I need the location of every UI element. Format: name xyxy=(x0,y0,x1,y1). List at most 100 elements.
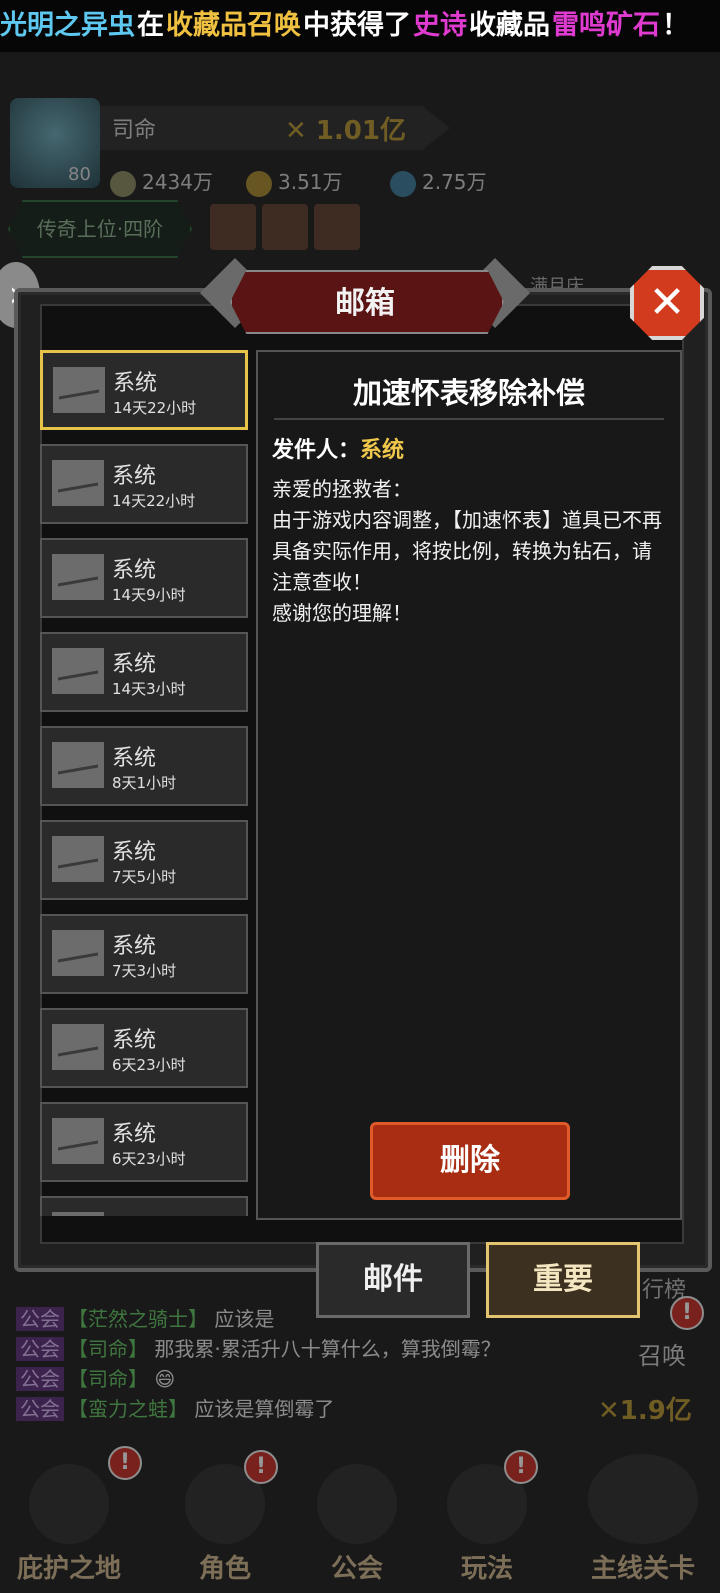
chat-sender: 【司命】 xyxy=(68,1367,148,1391)
guild-icon xyxy=(317,1464,397,1544)
buff-icon xyxy=(314,204,360,250)
envelope-icon xyxy=(52,460,104,506)
mail-list-item[interactable]: 系统 14天3小时 xyxy=(40,632,248,712)
coin-icon xyxy=(246,170,272,197)
envelope-icon xyxy=(52,1024,104,1070)
mail-item-sender: 系统 xyxy=(112,1122,157,1147)
mail-list-item[interactable]: 系统 8天1小时 xyxy=(40,726,248,806)
alert-badge: ! xyxy=(504,1450,538,1484)
buff-icon xyxy=(262,204,308,250)
mail-item-sender: 系统 xyxy=(112,1028,157,1053)
buff-icons xyxy=(210,204,366,254)
broadcast-segment: 收藏品 xyxy=(469,10,550,41)
mail-list-item[interactable]: 系统6天19小时 xyxy=(40,1196,248,1216)
chat-channel-tag: 公会 xyxy=(16,1367,64,1391)
player-power-value: 1.01亿 xyxy=(315,116,406,146)
broadcast-segment: 史诗 xyxy=(413,10,467,41)
player-name: 司命 xyxy=(112,118,157,143)
mail-item-time: 8天1小时 xyxy=(112,774,177,792)
stage-icon xyxy=(588,1454,698,1544)
mail-list-item[interactable]: 系统 7天5小时 xyxy=(40,820,248,900)
broadcast-segment: 中获得了 xyxy=(303,10,411,41)
mail-item-sender: 系统 xyxy=(112,652,157,677)
chat-message: 应该是算倒霉了 xyxy=(194,1397,335,1421)
mail-item-sender: 系统 xyxy=(112,558,157,583)
tab-mail[interactable]: 邮件 xyxy=(316,1242,470,1318)
broadcast-segment: 雷鸣矿石 xyxy=(552,10,660,41)
mail-item-time: 14天22小时 xyxy=(113,399,197,417)
player-power: ✕ 1.01亿 xyxy=(285,116,406,146)
resource-gold: 2434万 xyxy=(110,166,213,197)
mail-item-time: 7天3小时 xyxy=(112,962,177,980)
tab-important[interactable]: 重要 xyxy=(486,1242,640,1318)
alert-badge: ! xyxy=(108,1446,142,1480)
nav-guild[interactable]: 公会 xyxy=(312,1464,402,1585)
gold-icon xyxy=(110,170,136,197)
castle-icon xyxy=(29,1464,109,1544)
envelope-icon xyxy=(52,1212,104,1216)
envelope-icon xyxy=(52,648,104,694)
mail-list-item[interactable]: 系统 6天23小时 xyxy=(40,1102,248,1182)
mail-detail: 加速怀表移除补偿 发件人：系统 亲爱的拯救者： 由于游戏内容调整，【加速怀表】道… xyxy=(256,350,682,1220)
chat-line: 公会 【司命】 😄 xyxy=(16,1364,536,1394)
broadcast-segment: 在 xyxy=(137,10,164,41)
chat-channel-tag: 公会 xyxy=(16,1307,64,1331)
chat-sender: 【蛮力之蛙】 xyxy=(68,1397,188,1421)
resource-coin: 3.51万 xyxy=(246,166,343,197)
alert-badge: ! xyxy=(670,1296,704,1330)
broadcast-segment: 光明之异虫 xyxy=(0,10,135,41)
mail-item-time: 6天23小时 xyxy=(112,1150,186,1168)
chat-channel-tag: 公会 xyxy=(16,1337,64,1361)
sender-name: 系统 xyxy=(360,438,405,463)
nav-main-stage[interactable]: 主线关卡 xyxy=(578,1454,708,1585)
summon-label: 召唤 xyxy=(638,1342,686,1370)
mail-item-sender: 系统 xyxy=(112,1210,156,1216)
chat-panel[interactable]: 公会 【茫然之骑士】 应该是 公会 【司命】 那我累·累活升八十算什么，算我倒霉？ 公会… xyxy=(16,1304,536,1424)
chat-channel-tag: 公会 xyxy=(16,1397,64,1421)
chat-sender: 【茫然之骑士】 xyxy=(68,1307,208,1331)
mail-item-time: 7天5小时 xyxy=(112,868,177,886)
nav-sanctuary[interactable]: 庇护之地 xyxy=(14,1464,124,1585)
bottom-nav: 庇护之地 ! 角色 ! 公会 玩法 ! 主线关卡 xyxy=(0,1430,720,1593)
chat-line: 公会 【司命】 那我累·累活升八十算什么，算我倒霉？ xyxy=(16,1334,536,1364)
enemy-power: ✕1.9亿 xyxy=(598,1396,692,1426)
mail-subject: 加速怀表移除补偿 xyxy=(352,376,585,410)
buff-icon xyxy=(210,204,256,250)
rank-badge[interactable]: 传奇上位·四阶 xyxy=(8,200,192,258)
chat-sender: 【司命】 xyxy=(68,1337,148,1361)
chat-message: 😄 xyxy=(154,1367,176,1391)
chat-line: 公会 【蛮力之蛙】 应该是算倒霉了 xyxy=(16,1394,536,1424)
mail-list-item[interactable]: 系统 14天22小时 xyxy=(40,444,248,524)
mail-item-time: 14天9小时 xyxy=(112,586,186,604)
envelope-icon xyxy=(52,554,104,600)
mail-list-item[interactable]: 系统 14天9小时 xyxy=(40,538,248,618)
alert-badge: ! xyxy=(244,1450,278,1484)
close-icon: ✕ xyxy=(648,277,686,328)
resource-diamond: 2.75万 xyxy=(390,166,487,197)
divider xyxy=(274,418,664,420)
mail-item-time: 6天23小时 xyxy=(112,1056,186,1074)
mailbox-title: 邮箱 xyxy=(335,286,395,321)
enemy-power-value: 1.9亿 xyxy=(619,1396,692,1426)
mail-item-sender: 系统 xyxy=(112,934,157,959)
chat-message: 应该是 xyxy=(214,1307,275,1331)
envelope-icon xyxy=(52,930,104,976)
mail-item-sender: 系统 xyxy=(112,840,157,865)
mail-list[interactable]: 系统 14天22小时 系统 14天22小时 系统 14天9小时 系统 14天3小时 系统 8天1小… xyxy=(40,350,250,1216)
mail-item-time: 14天22小时 xyxy=(112,492,196,510)
envelope-icon xyxy=(52,1118,104,1164)
broadcast-segment: ！ xyxy=(662,10,689,41)
sender-label: 发件人： xyxy=(272,438,361,463)
envelope-icon xyxy=(52,836,104,882)
player-level: 80 xyxy=(68,164,91,185)
mail-list-item[interactable]: 系统 14天22小时 xyxy=(40,350,248,430)
mail-list-item[interactable]: 系统 6天23小时 xyxy=(40,1008,248,1088)
envelope-icon xyxy=(53,367,105,413)
delete-button[interactable]: 删除 xyxy=(370,1122,570,1200)
chat-message: 那我累·累活升八十算什么，算我倒霉？ xyxy=(154,1337,501,1361)
mail-item-sender: 系统 xyxy=(112,746,157,771)
mail-sender-line: 发件人：系统 xyxy=(272,432,404,464)
broadcast-banner: 光明之异虫在收藏品召唤中获得了史诗收藏品雷鸣矿石！ xyxy=(0,0,720,52)
envelope-icon xyxy=(52,742,104,788)
mail-list-item[interactable]: 系统 7天3小时 xyxy=(40,914,248,994)
